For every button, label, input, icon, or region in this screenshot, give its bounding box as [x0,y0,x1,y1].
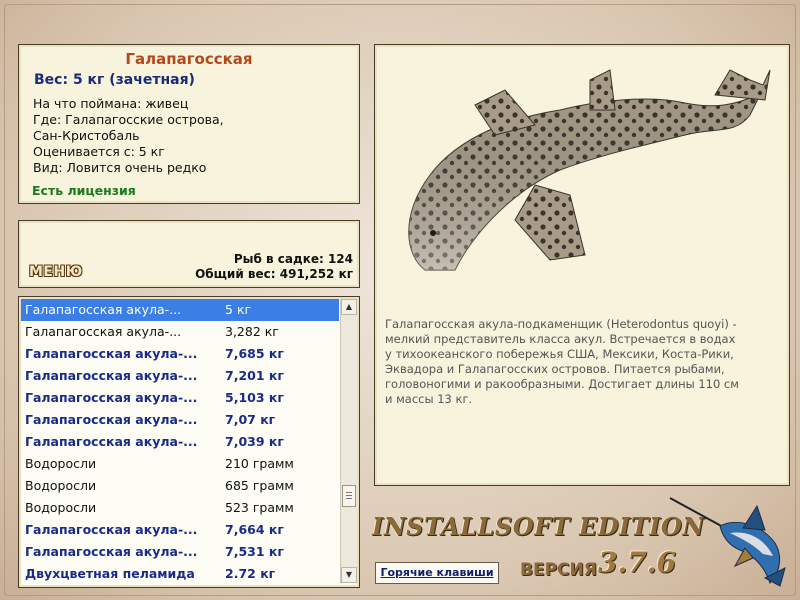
total-weight: Общий вес: 491,252 кг [195,267,353,281]
list-item-name: Галапагосская акула-... [25,390,198,405]
bait-info: На что поймана: живец [33,96,189,111]
license-status: Есть лицензия [32,183,136,198]
edition-label: INSTALLSOFT EDITION [372,512,705,541]
list-item-name: Двухцветная пеламида [25,566,195,581]
list-item-name: Галапагосская акула-... [25,544,198,559]
list-item[interactable]: Водоросли 210 грамм [21,453,339,475]
list-item-weight: 7,201 кг [225,368,284,383]
list-item[interactable]: Двухцветная пеламида 2.72 кг [21,563,339,583]
list-item[interactable]: Галапагосская акула-... 7,664 кг [21,519,339,541]
keepnet-stats-panel: Рыб в садке: 124 Общий вес: 491,252 кг М… [18,220,360,288]
list-item-weight: 210 грамм [225,456,294,471]
list-item-weight: 5,103 кг [225,390,284,405]
version-label: ВЕРСИЯ [520,560,597,580]
scroll-thumb[interactable] [342,485,356,507]
triangle-down-icon: ▼ [345,570,353,579]
location-info: Где: Галапагосские острова, [33,112,224,127]
list-item-weight: 2.72 кг [225,566,276,581]
scroll-up-button[interactable]: ▲ [341,299,357,315]
list-item-name: Водоросли [25,456,97,471]
fish-count: Рыб в садке: 124 [233,252,353,266]
list-item[interactable]: Галапагосская акула-... 5 кг [21,299,339,321]
list-scrollbar[interactable]: ▲ ▼ [340,299,357,583]
list-item[interactable]: Галапагосская акула-... 7,07 кг [21,409,339,431]
list-item-weight: 7,531 кг [225,544,284,559]
list-item-name: Галапагосская акула-... [25,302,182,317]
list-item-name: Галапагосская акула-... [25,522,198,537]
catch-list-rows: Галапагосская акула-... 5 кг Галапагосская… [21,299,339,583]
list-item-name: Галапагосская акула-... [25,324,182,339]
list-item-weight: 7,664 кг [225,522,284,537]
list-item[interactable]: Галапагосская акула-... 7,039 кг [21,431,339,453]
list-item-weight: 523 грамм [225,500,294,515]
list-item-name: Водоросли [25,500,97,515]
list-item-name: Галапагосская акула-... [25,368,198,383]
catch-list: Галапагосская акула-... 5 кг Галапагосская… [18,296,360,588]
list-item-name: Галапагосская акула-... [25,412,198,427]
list-item[interactable]: Водоросли 685 грамм [21,475,339,497]
rated-from-info: Оценивается с: 5 кг [33,144,165,159]
list-item-weight: 685 грамм [225,478,294,493]
list-item-weight: 5 кг [225,302,252,317]
fish-detail-panel: Галапагосская акула-подкаменщик (Heterod… [374,44,790,486]
fish-title: Галапагосская [125,50,253,68]
species-note: Вид: Ловится очень редко [33,160,207,175]
list-item[interactable]: Галапагосская акула-... 7,685 кг [21,343,339,365]
fish-description: Галапагосская акула-подкаменщик (Heterod… [385,317,739,406]
shark-image [408,69,771,271]
list-item-name: Галапагосская акула-... [25,346,198,361]
location-info-2: Сан-Кристобаль [33,128,140,143]
list-item-weight: 7,685 кг [225,346,284,361]
menu-button[interactable]: МЕНЮ [29,264,83,280]
hotkeys-button[interactable]: Горячие клавиши [375,562,499,584]
list-item[interactable]: Галапагосская акула-... 7,531 кг [21,541,339,563]
scroll-down-button[interactable]: ▼ [341,567,357,583]
list-item[interactable]: Галапагосская акула-... 5,103 кг [21,387,339,409]
list-item[interactable]: Галапагосская акула-... 7,201 кг [21,365,339,387]
list-item[interactable]: Водоросли 523 грамм [21,497,339,519]
catch-info-panel: Галапагосская Вес: 5 кг (зачетная) На чт… [18,44,360,204]
list-item-weight: 3,282 кг [225,324,279,339]
list-item-name: Галапагосская акула-... [25,434,198,449]
marlin-icon [669,497,786,587]
list-item-weight: 7,039 кг [225,434,284,449]
list-item-name: Водоросли [25,478,97,493]
fish-weight: Вес: 5 кг (зачетная) [34,72,195,88]
list-item-weight: 7,07 кг [225,412,276,427]
triangle-up-icon: ▲ [345,302,353,311]
list-item[interactable]: Галапагосская акула-... 3,282 кг [21,321,339,343]
